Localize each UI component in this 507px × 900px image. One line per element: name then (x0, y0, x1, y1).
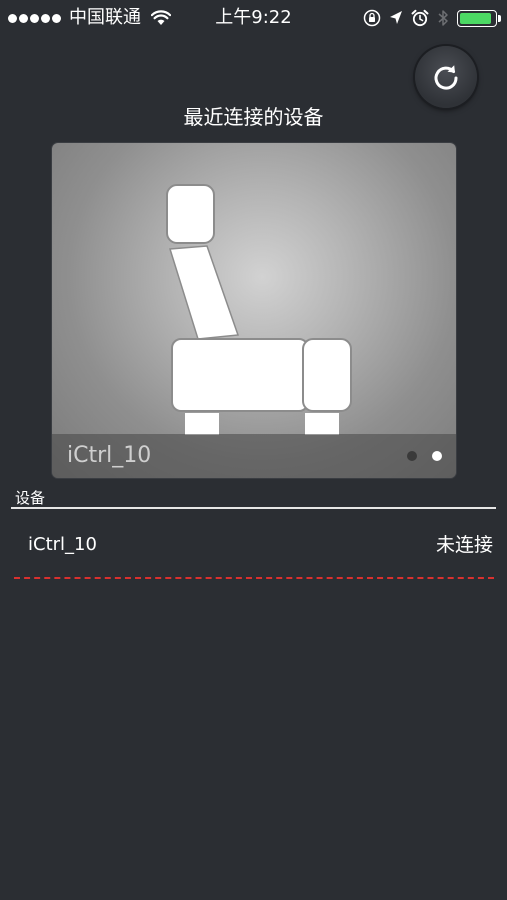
recent-devices-title: 最近连接的设备 (183, 105, 324, 129)
recent-device-card[interactable]: iCtrl_10 (52, 143, 456, 478)
status-bar-right (355, 7, 501, 29)
device-list-item[interactable]: iCtrl_10 未连接 (0, 520, 507, 574)
refresh-icon (434, 65, 458, 90)
alarm-icon (411, 9, 429, 27)
seat-icon (166, 184, 352, 435)
orientation-lock-icon (363, 9, 381, 27)
page-dot-2[interactable] (432, 451, 442, 461)
connection-status: 未连接 (435, 534, 493, 556)
device-name: iCtrl_10 (28, 534, 97, 555)
page-dot-1[interactable] (407, 451, 417, 461)
card-caption-bar: iCtrl_10 (52, 434, 456, 478)
page-indicator (392, 434, 442, 478)
app-screen: 中国联通 上午9:22 最近连接的设备 iCtrl_10 设备 iCtrl_10… (0, 0, 507, 900)
devices-section-header: 设备 (15, 489, 46, 507)
card-device-name: iCtrl_10 (67, 443, 152, 468)
battery-tip (498, 14, 501, 22)
location-icon (390, 11, 402, 24)
bluetooth-icon (438, 10, 448, 26)
list-divider (14, 577, 494, 579)
refresh-button[interactable] (415, 46, 477, 108)
status-bar: 中国联通 上午9:22 (0, 0, 507, 36)
battery-level-fill (460, 12, 491, 24)
section-header-underline (11, 507, 496, 509)
battery-icon (457, 9, 501, 27)
